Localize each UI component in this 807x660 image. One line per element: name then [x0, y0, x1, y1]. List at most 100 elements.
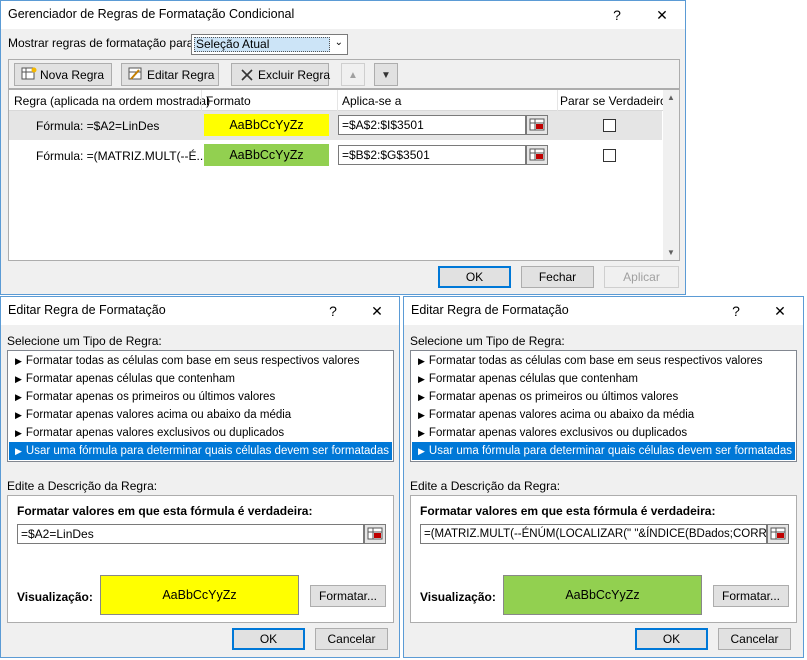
rule-type-label-text: Formatar apenas valores exclusivos ou du… [25, 427, 285, 439]
table-row[interactable]: Fórmula: =(MATRIZ.MULT(--É... AaBbCcYyZz… [9, 141, 662, 170]
format-button[interactable]: Formatar... [310, 585, 386, 607]
table-row[interactable]: Fórmula: =$A2=LinDes AaBbCcYyZz =$A$2:$I… [9, 111, 662, 140]
range-picker-icon [529, 118, 545, 131]
column-header-format[interactable]: Formato [206, 94, 251, 108]
rule-type-list: ▶ Formatar todas as células com base em s… [410, 350, 797, 462]
column-divider [201, 90, 202, 111]
cancel-button[interactable]: Cancelar [315, 628, 388, 650]
cancel-button[interactable]: Cancelar [718, 628, 791, 650]
help-button[interactable]: ? [726, 301, 746, 321]
apply-button[interactable]: Aplicar [604, 266, 679, 288]
rule-type-item[interactable]: ▶ Formatar apenas valores exclusivos ou d… [9, 424, 392, 442]
rule-type-label-text: Formatar apenas os primeiros ou últimos … [25, 391, 276, 403]
format-preview-text: AaBbCcYyZz [229, 148, 304, 162]
rule-type-item[interactable]: ▶ Formatar apenas valores acima ou abaixo… [412, 406, 795, 424]
range-picker-icon [367, 527, 383, 540]
dialog-title: Gerenciador de Regras de Formatação Cond… [8, 7, 295, 21]
close-button[interactable]: ✕ [770, 301, 790, 321]
formula-input[interactable]: =(MATRIZ.MULT(--ÉNÚM(LOCALIZAR(" "&ÍNDIC… [420, 524, 767, 544]
range-select-button[interactable] [526, 145, 548, 165]
rule-type-item[interactable]: ▶ Formatar apenas células que contenham [9, 370, 392, 388]
rule-type-item-selected[interactable]: ▶ Usar uma fórmula para determinar quais … [412, 442, 795, 460]
close-button[interactable]: ✕ [367, 301, 387, 321]
rule-type-item[interactable]: ▶ Formatar apenas células que contenham [412, 370, 795, 388]
rule-type-item[interactable]: ▶ Formatar todas as células com base em s… [9, 352, 392, 370]
column-header-stop-if-true[interactable]: Parar se Verdadeiro [560, 94, 667, 108]
preview-label: Visualização: [17, 590, 93, 604]
formula-label: Formatar valores em que esta fórmula é v… [17, 504, 313, 518]
triangle-right-icon: ▶ [418, 392, 425, 402]
edit-rule-dialog-right: Editar Regra de Formatação ? ✕ Selecione… [403, 296, 804, 658]
formula-value: =(MATRIZ.MULT(--ÉNÚM(LOCALIZAR(" "&ÍNDIC… [424, 528, 767, 540]
rule-type-label-text: Formatar apenas células que contenham [25, 373, 235, 385]
range-select-button[interactable] [526, 115, 548, 135]
new-rule-label: Nova Regra [40, 68, 105, 82]
column-divider [557, 90, 558, 111]
format-preview-text: AaBbCcYyZz [229, 118, 304, 132]
close-button[interactable]: ✕ [652, 5, 672, 25]
stop-if-true-checkbox[interactable] [603, 119, 616, 132]
stop-if-true-checkbox[interactable] [603, 149, 616, 162]
triangle-right-icon: ▶ [15, 392, 22, 402]
format-preview-box: AaBbCcYyZz [503, 575, 702, 615]
delete-rule-button[interactable]: Excluir Regra [231, 63, 330, 86]
column-divider [337, 90, 338, 111]
table-header: Regra (aplicada na ordem mostrada) Forma… [9, 90, 667, 111]
triangle-right-icon: ▶ [15, 374, 22, 384]
formula-input[interactable]: =$A2=LinDes [17, 524, 364, 544]
format-preview: AaBbCcYyZz [204, 114, 329, 136]
help-button[interactable]: ? [323, 301, 343, 321]
applies-to-field[interactable]: =$B$2:$G$3501 [338, 145, 526, 165]
rule-type-item[interactable]: ▶ Formatar apenas valores exclusivos ou d… [412, 424, 795, 442]
range-select-button[interactable] [364, 524, 386, 544]
range-select-button[interactable] [767, 524, 789, 544]
rule-type-item[interactable]: ▶ Formatar apenas os primeiros ou últimos… [9, 388, 392, 406]
rule-type-item-selected[interactable]: ▶ Usar uma fórmula para determinar quais … [9, 442, 392, 460]
edit-rule-button[interactable]: Editar Regra [121, 63, 219, 86]
rules-toolbar: Nova Regra Editar Regra Excluir Regra ▲ … [8, 59, 680, 89]
show-rules-dropdown[interactable]: Seleção Atual ⌄ [191, 34, 348, 55]
close-dialog-button[interactable]: Fechar [521, 266, 594, 288]
edit-rule-dialog-left: Editar Regra de Formatação ? ✕ Selecione… [0, 296, 400, 658]
format-button[interactable]: Formatar... [713, 585, 789, 607]
rules-table: Regra (aplicada na ordem mostrada) Forma… [8, 89, 680, 261]
scroll-up-icon[interactable]: ▲ [667, 93, 675, 102]
triangle-right-icon: ▶ [15, 356, 22, 366]
move-down-button[interactable]: ▼ [374, 63, 398, 86]
rule-type-label-text: Formatar apenas valores acima ou abaixo … [428, 409, 695, 421]
triangle-right-icon: ▶ [15, 428, 22, 438]
rule-type-label-text: Usar uma fórmula para determinar quais c… [428, 445, 792, 457]
chevron-down-icon: ⌄ [334, 37, 343, 48]
vertical-scrollbar[interactable]: ▲ ▼ [663, 90, 679, 260]
description-label: Edite a Descrição da Regra: [7, 479, 158, 493]
show-rules-label: Mostrar regras de formatação para: [8, 36, 197, 50]
scroll-down-icon[interactable]: ▼ [667, 248, 675, 257]
ok-button[interactable]: OK [438, 266, 511, 288]
edit-rule-icon [128, 67, 142, 80]
description-panel: Formatar valores em que esta fórmula é v… [410, 495, 797, 623]
rule-type-item[interactable]: ▶ Formatar todas as células com base em s… [412, 352, 795, 370]
rule-description: Fórmula: =$A2=LinDes [36, 119, 160, 133]
ok-button[interactable]: OK [635, 628, 708, 650]
triangle-right-icon: ▶ [418, 356, 425, 366]
applies-to-field[interactable]: =$A$2:$I$3501 [338, 115, 526, 135]
rule-description: Fórmula: =(MATRIZ.MULT(--É... [36, 149, 207, 163]
title-bar: Gerenciador de Regras de Formatação Cond… [1, 1, 685, 29]
preview-label: Visualização: [420, 590, 496, 604]
rule-type-item[interactable]: ▶ Formatar apenas os primeiros ou últimos… [412, 388, 795, 406]
triangle-right-icon: ▶ [15, 446, 22, 456]
rule-type-label-text: Formatar todas as células com base em se… [25, 355, 360, 367]
ok-button[interactable]: OK [232, 628, 305, 650]
move-up-button[interactable]: ▲ [341, 63, 365, 86]
rule-type-item[interactable]: ▶ Formatar apenas valores acima ou abaixo… [9, 406, 392, 424]
column-header-applies-to[interactable]: Aplica-se a [342, 94, 401, 108]
format-preview-box: AaBbCcYyZz [100, 575, 299, 615]
arrow-up-icon: ▲ [348, 70, 358, 81]
edit-rule-label: Editar Regra [147, 68, 215, 82]
new-rule-button[interactable]: Nova Regra [14, 63, 112, 86]
formula-label: Formatar valores em que esta fórmula é v… [420, 504, 716, 518]
triangle-right-icon: ▶ [15, 410, 22, 420]
column-header-rule[interactable]: Regra (aplicada na ordem mostrada) [14, 94, 210, 108]
applies-to-value: =$B$2:$G$3501 [342, 148, 430, 162]
help-button[interactable]: ? [607, 5, 627, 25]
